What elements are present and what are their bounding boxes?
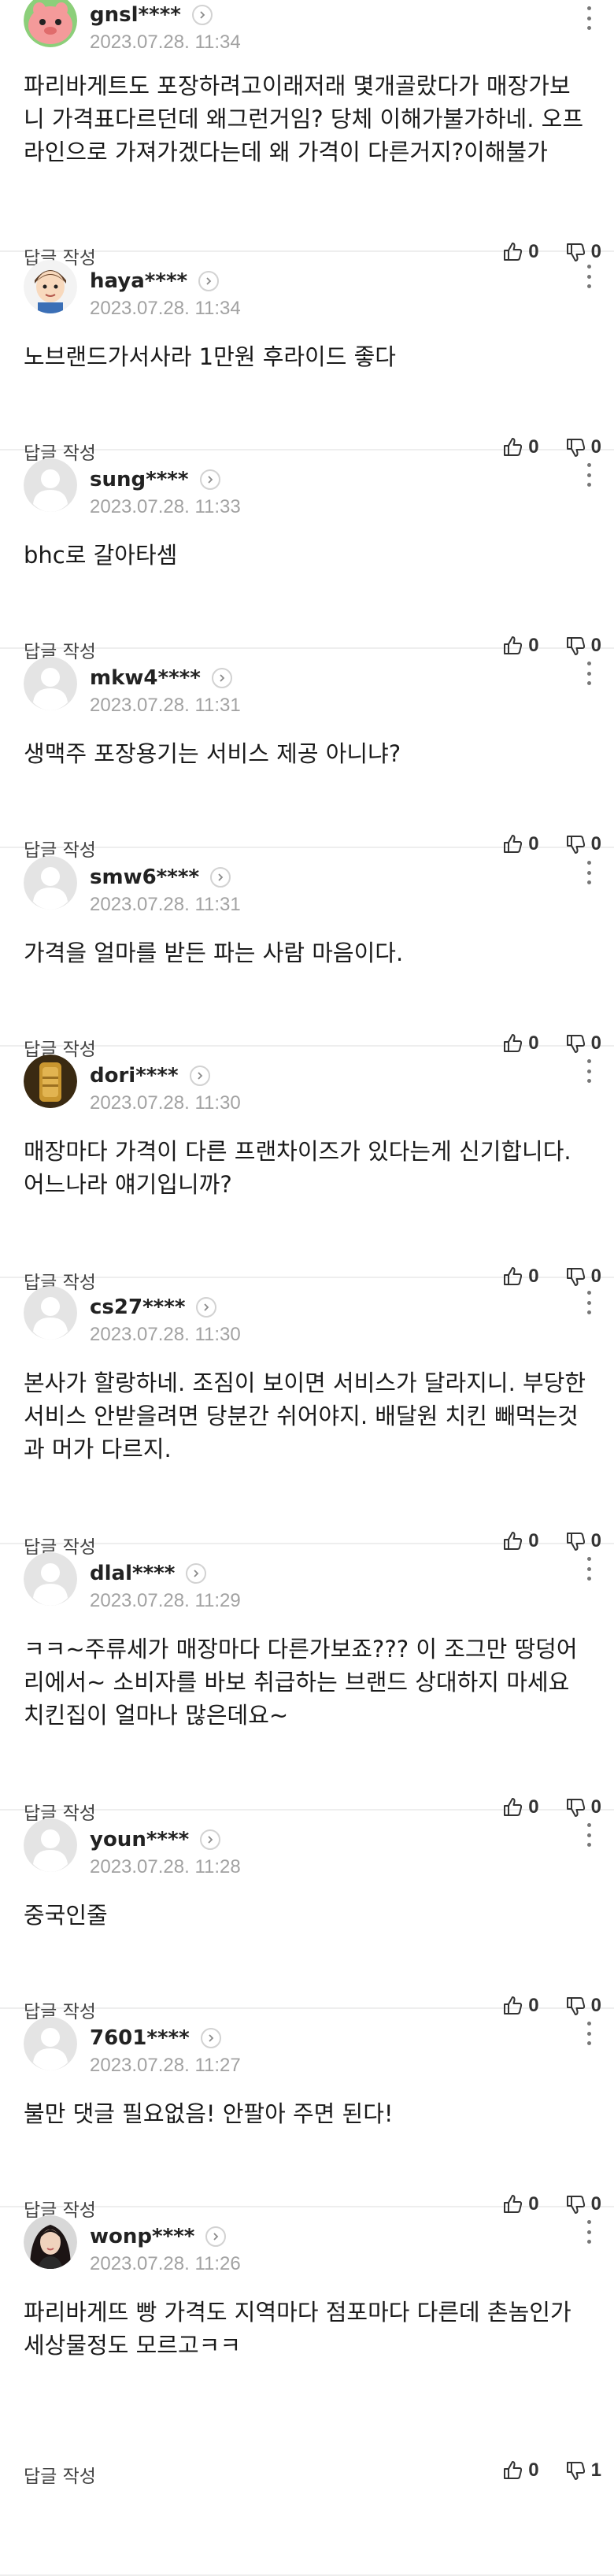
comment-item: sung**** 2023.07.28. 11:33 bhc로 갈아타셈 답글 작성 0… (0, 452, 614, 662)
comment-item: wonp**** 2023.07.28. 11:26 파리바게뜨 빵 가격도 지역마… (0, 2209, 614, 2576)
comment-date: 2023.07.28. 11:33 (90, 496, 241, 517)
comment-date: 2023.07.28. 11:29 (90, 1590, 241, 1611)
like-count: 0 (528, 2459, 539, 2481)
chevron-right-icon[interactable] (210, 867, 231, 888)
chevron-right-icon[interactable] (199, 469, 220, 490)
comment-item: dlal**** 2023.07.28. 11:29 ㅋㅋ~주류세가 매장마다 다른… (0, 1546, 614, 1824)
more-options-icon[interactable] (581, 2022, 597, 2045)
vote-group: 01 (476, 2459, 601, 2481)
more-options-icon[interactable] (581, 463, 597, 487)
username[interactable]: gnsl**** (90, 3, 181, 27)
avatar[interactable] (24, 2017, 77, 2070)
comment-date: 2023.07.28. 11:28 (90, 1856, 241, 1877)
comment-item: haya**** 2023.07.28. 11:34 노브랜드가서사라 1만원 후라… (0, 254, 614, 464)
more-options-icon[interactable] (581, 1823, 597, 1847)
avatar[interactable] (24, 657, 77, 710)
comment-item: dori**** 2023.07.28. 11:30 매장마다 가격이 다른 프랜차… (0, 1048, 614, 1293)
avatar[interactable] (24, 2215, 77, 2269)
avatar[interactable] (24, 458, 77, 512)
chevron-right-icon[interactable] (191, 5, 213, 25)
username[interactable]: mkw4**** (90, 666, 201, 690)
username[interactable]: wonp**** (90, 2225, 194, 2248)
comment-date: 2023.07.28. 11:31 (90, 695, 241, 716)
avatar[interactable] (24, 1818, 77, 1872)
more-options-icon[interactable] (581, 662, 597, 685)
comment-item: 7601**** 2023.07.28. 11:27 불만 댓글 필요없음! 안팔아… (0, 2011, 614, 2221)
comment-text: 생맥주 포장용기는 서비스 제공 아니냐? (24, 740, 401, 767)
comment-text: 본사가 할랑하네. 조짐이 보이면 서비스가 달라지니. 부당한 서비스 안받을… (24, 1370, 586, 1462)
username[interactable]: cs27**** (90, 1295, 185, 1319)
avatar[interactable] (24, 1552, 77, 1606)
chevron-right-icon[interactable] (211, 668, 232, 688)
more-options-icon[interactable] (581, 1291, 597, 1314)
comment-text: 가격을 얼마를 받든 파는 사람 마음이다. (24, 940, 404, 966)
more-options-icon[interactable] (581, 1557, 597, 1581)
comment-item: gnsl**** 2023.07.28. 11:34 파리바게트도 포장하려고이래저… (0, 0, 614, 269)
more-options-icon[interactable] (581, 2220, 597, 2244)
chevron-right-icon[interactable] (200, 1829, 221, 1850)
chevron-right-icon[interactable] (205, 2226, 227, 2247)
username[interactable]: youn**** (90, 1828, 189, 1851)
chevron-right-icon[interactable] (200, 2028, 221, 2048)
thumbs-down-icon (564, 2459, 586, 2481)
comment-item: mkw4**** 2023.07.28. 11:31 생맥주 포장용기는 서비스 제… (0, 650, 614, 861)
chevron-right-icon[interactable] (189, 1066, 210, 1086)
comment-text: 파리바게뜨 빵 가격도 지역마다 점포마다 다른데 촌놈인가 세상물정도 모르고… (24, 2299, 571, 2359)
avatar[interactable] (24, 260, 77, 313)
chevron-right-icon[interactable] (196, 1297, 217, 1318)
username[interactable]: sung**** (90, 468, 189, 491)
comment-date: 2023.07.28. 11:26 (90, 2253, 241, 2274)
avatar[interactable] (24, 1054, 77, 1108)
more-options-icon[interactable] (581, 6, 597, 30)
reply-button[interactable]: 답글 작성 (24, 2461, 96, 2488)
comment-list: gnsl**** 2023.07.28. 11:34 파리바게트도 포장하려고이래저… (0, 0, 614, 2576)
comment-item: youn**** 2023.07.28. 11:28 중국인줄 답글 작성 0 0 (0, 1812, 614, 2022)
comment-date: 2023.07.28. 11:34 (90, 298, 241, 319)
comment-text: 중국인줄 (24, 1902, 108, 1929)
like-button[interactable]: 0 (497, 2459, 539, 2481)
username[interactable]: dlal**** (90, 1562, 175, 1585)
comment-date: 2023.07.28. 11:30 (90, 1324, 241, 1345)
thumbs-up-icon (501, 2459, 523, 2481)
username[interactable]: 7601**** (90, 2026, 190, 2050)
dislike-button[interactable]: 1 (560, 2459, 601, 2481)
avatar[interactable] (24, 856, 77, 910)
more-options-icon[interactable] (581, 1059, 597, 1083)
comment-text: 파리바게트도 포장하려고이래저래 몇개골랐다가 매장가보니 가격표다르던데 왜그… (24, 72, 584, 165)
comment-text: 노브랜드가서사라 1만원 후라이드 좋다 (24, 343, 396, 370)
comment-date: 2023.07.28. 11:27 (90, 2055, 241, 2076)
comment-text: 매장마다 가격이 다른 프랜차이즈가 있다는게 신기합니다. 어느나라 얘기입니… (24, 1138, 571, 1198)
comment-item: cs27**** 2023.07.28. 11:30 본사가 할랑하네. 조짐이 보… (0, 1280, 614, 1558)
username[interactable]: smw6**** (90, 865, 199, 889)
username[interactable]: dori**** (90, 1064, 179, 1088)
comment-date: 2023.07.28. 11:34 (90, 32, 241, 53)
more-options-icon[interactable] (581, 265, 597, 288)
comment-item: smw6**** 2023.07.28. 11:31 가격을 얼마를 받든 파는 사… (0, 850, 614, 1060)
username[interactable]: haya**** (90, 269, 187, 293)
more-options-icon[interactable] (581, 861, 597, 884)
comment-date: 2023.07.28. 11:31 (90, 894, 241, 915)
avatar[interactable] (24, 1286, 77, 1340)
comment-date: 2023.07.28. 11:30 (90, 1092, 241, 1114)
chevron-right-icon[interactable] (186, 1563, 207, 1584)
dislike-count: 1 (590, 2459, 601, 2481)
avatar[interactable] (24, 0, 77, 47)
comment-text: 불만 댓글 필요없음! 안팔아 주면 된다! (24, 2100, 394, 2127)
comment-text: ㅋㅋ~주류세가 매장마다 다른가보죠??? 이 조그만 땅덩어리에서~ 소비자를… (24, 1636, 578, 1729)
comment-text: bhc로 갈아타셈 (24, 542, 178, 569)
chevron-right-icon[interactable] (198, 271, 220, 291)
